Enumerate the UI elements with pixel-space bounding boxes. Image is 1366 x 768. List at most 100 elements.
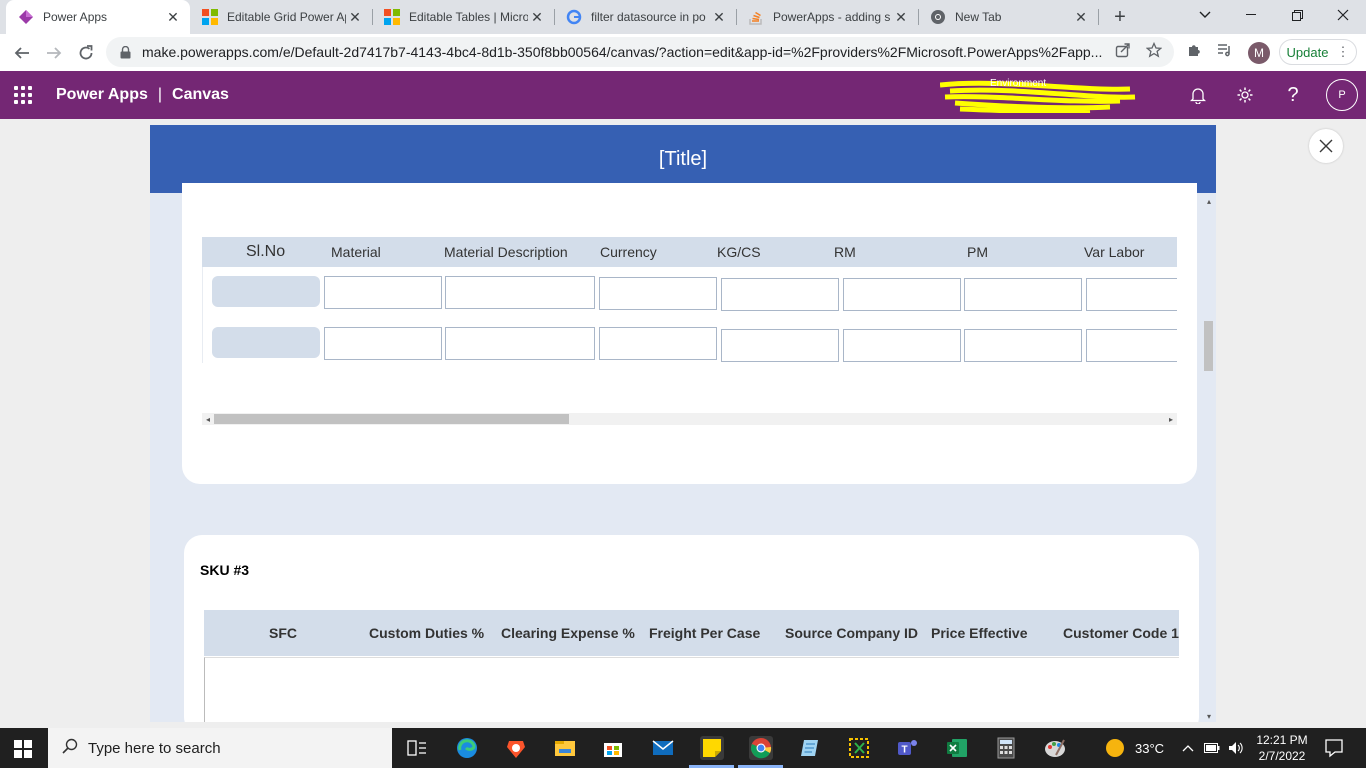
app-launcher-waffle-icon[interactable] xyxy=(14,86,32,104)
mail-icon[interactable] xyxy=(651,736,675,760)
app-title[interactable]: [Title] xyxy=(659,148,707,171)
tab-google-search[interactable]: filter datasource in po ✕ xyxy=(554,0,736,34)
tab-title: Editable Grid Power Ap xyxy=(227,10,346,24)
notifications-bell-icon[interactable] xyxy=(1187,84,1209,106)
tab-editable-tables[interactable]: Editable Tables | Micro ✕ xyxy=(372,0,554,34)
close-icon[interactable]: ✕ xyxy=(528,8,546,26)
notepad-icon[interactable] xyxy=(798,736,822,760)
tab-power-apps[interactable]: Power Apps ✕ xyxy=(6,0,190,34)
tab-stackoverflow[interactable]: PowerApps - adding s ✕ xyxy=(736,0,918,34)
system-clock[interactable]: 12:21 PM 2/7/2022 xyxy=(1250,732,1314,764)
environment-picker[interactable]: Environment xyxy=(940,77,1140,113)
help-question-icon[interactable]: ? xyxy=(1282,84,1304,106)
search-icon xyxy=(62,738,78,759)
rm-input[interactable] xyxy=(843,278,961,311)
column-header-source-company-id: Source Company ID xyxy=(785,625,919,641)
url-text[interactable]: make.powerapps.com/e/Default-2d7417b7-41… xyxy=(142,44,1102,60)
sticky-notes-icon[interactable] xyxy=(700,736,724,760)
material-input[interactable] xyxy=(324,276,442,309)
show-hidden-icons-chevron-icon[interactable] xyxy=(1182,728,1194,768)
clock-date: 2/7/2022 xyxy=(1258,749,1306,763)
close-icon[interactable]: ✕ xyxy=(710,8,728,26)
column-header-customer-code-1: Customer Code 1 xyxy=(1063,625,1179,641)
share-icon[interactable] xyxy=(1114,41,1132,59)
excel-icon[interactable] xyxy=(945,736,969,760)
file-explorer-icon[interactable] xyxy=(553,736,577,760)
scrollbar-thumb[interactable] xyxy=(214,414,569,424)
sku-grid-body xyxy=(204,657,1179,722)
var-labor-input[interactable] xyxy=(1086,329,1177,362)
reading-list-icon[interactable] xyxy=(1216,41,1234,59)
snipping-tool-icon[interactable] xyxy=(847,736,871,760)
brave-icon[interactable] xyxy=(504,736,528,760)
restore-icon[interactable] xyxy=(1274,0,1320,30)
close-preview-button[interactable] xyxy=(1309,129,1343,163)
extensions-puzzle-icon[interactable] xyxy=(1185,41,1203,59)
material-input[interactable] xyxy=(324,327,442,360)
more-vertical-icon[interactable]: ⋮ xyxy=(1336,44,1349,60)
microsoft-store-icon[interactable] xyxy=(601,736,625,760)
vertical-scrollbar[interactable]: ▴ ▾ xyxy=(1202,195,1216,722)
sl-no-cell[interactable] xyxy=(212,276,320,307)
sku-grid-header-row: SFC Custom Duties % Clearing Expense % F… xyxy=(204,610,1179,656)
reload-icon[interactable] xyxy=(73,40,99,66)
profile-avatar[interactable]: M xyxy=(1248,42,1270,64)
scroll-right-arrow-icon[interactable]: ▸ xyxy=(1165,413,1177,425)
volume-icon[interactable] xyxy=(1228,728,1244,768)
close-icon[interactable]: ✕ xyxy=(164,8,182,26)
user-initial: P xyxy=(1338,89,1346,101)
powerapps-brand[interactable]: Power Apps | Canvas xyxy=(56,86,229,104)
kg-cs-input[interactable] xyxy=(721,329,839,362)
currency-input[interactable] xyxy=(599,327,717,360)
close-icon[interactable]: ✕ xyxy=(346,8,364,26)
tab-new-tab[interactable]: New Tab ✕ xyxy=(918,0,1098,34)
pm-input[interactable] xyxy=(964,329,1082,362)
tab-search-chevron-icon[interactable] xyxy=(1182,0,1228,30)
update-button[interactable]: Update ⋮ xyxy=(1279,39,1357,65)
taskbar-search-box[interactable]: Type here to search xyxy=(48,728,392,768)
teams-icon[interactable]: T xyxy=(896,736,920,760)
material-description-input[interactable] xyxy=(445,276,595,309)
settings-gear-icon[interactable] xyxy=(1234,84,1256,106)
rm-input[interactable] xyxy=(843,329,961,362)
back-arrow-icon[interactable] xyxy=(9,40,35,66)
kg-cs-input[interactable] xyxy=(721,278,839,311)
lock-icon[interactable] xyxy=(118,45,132,59)
horizontal-scrollbar[interactable]: ◂ ▸ xyxy=(202,413,1177,425)
address-bar[interactable]: make.powerapps.com/e/Default-2d7417b7-41… xyxy=(106,37,1174,67)
currency-input[interactable] xyxy=(599,277,717,310)
forward-arrow-icon[interactable] xyxy=(41,40,67,66)
user-avatar[interactable]: P xyxy=(1326,79,1358,111)
edge-icon[interactable] xyxy=(455,736,479,760)
bookmark-star-icon[interactable] xyxy=(1145,41,1163,59)
close-icon[interactable]: ✕ xyxy=(1072,8,1090,26)
sku-card: SKU #3 SFC Custom Duties % Clearing Expe… xyxy=(184,535,1199,722)
tab-title: Power Apps xyxy=(43,10,108,24)
window-close-icon[interactable] xyxy=(1320,0,1366,30)
task-view-icon[interactable] xyxy=(405,736,429,760)
tab-editable-grid[interactable]: Editable Grid Power Ap ✕ xyxy=(190,0,372,34)
pm-input[interactable] xyxy=(964,278,1082,311)
chrome-icon[interactable] xyxy=(749,736,773,760)
browser-tab-strip: Power Apps ✕ Editable Grid Power Ap ✕ Ed… xyxy=(0,0,1366,34)
weather-temperature: 33°C xyxy=(1135,740,1165,756)
scroll-down-arrow-icon[interactable]: ▾ xyxy=(1202,710,1216,722)
scroll-left-arrow-icon[interactable]: ◂ xyxy=(202,413,214,425)
calculator-icon[interactable] xyxy=(994,736,1018,760)
scroll-up-arrow-icon[interactable]: ▴ xyxy=(1202,195,1216,207)
notification-center-icon[interactable] xyxy=(1324,738,1344,758)
new-tab-plus-icon[interactable]: + xyxy=(1108,5,1132,29)
mode-name: Canvas xyxy=(172,86,229,103)
material-description-input[interactable] xyxy=(445,327,595,360)
var-labor-input[interactable] xyxy=(1086,278,1177,311)
minimize-icon[interactable] xyxy=(1228,0,1274,30)
google-icon xyxy=(566,9,582,25)
scrollbar-thumb[interactable] xyxy=(1204,321,1213,371)
weather-widget[interactable]: 33°C xyxy=(1105,728,1164,768)
sl-no-cell[interactable] xyxy=(212,327,320,358)
column-header-clearing-expense: Clearing Expense % xyxy=(501,625,635,641)
battery-icon[interactable] xyxy=(1204,728,1220,768)
close-icon[interactable]: ✕ xyxy=(892,8,910,26)
windows-start-icon[interactable] xyxy=(14,740,32,758)
paint-icon[interactable] xyxy=(1043,736,1067,760)
